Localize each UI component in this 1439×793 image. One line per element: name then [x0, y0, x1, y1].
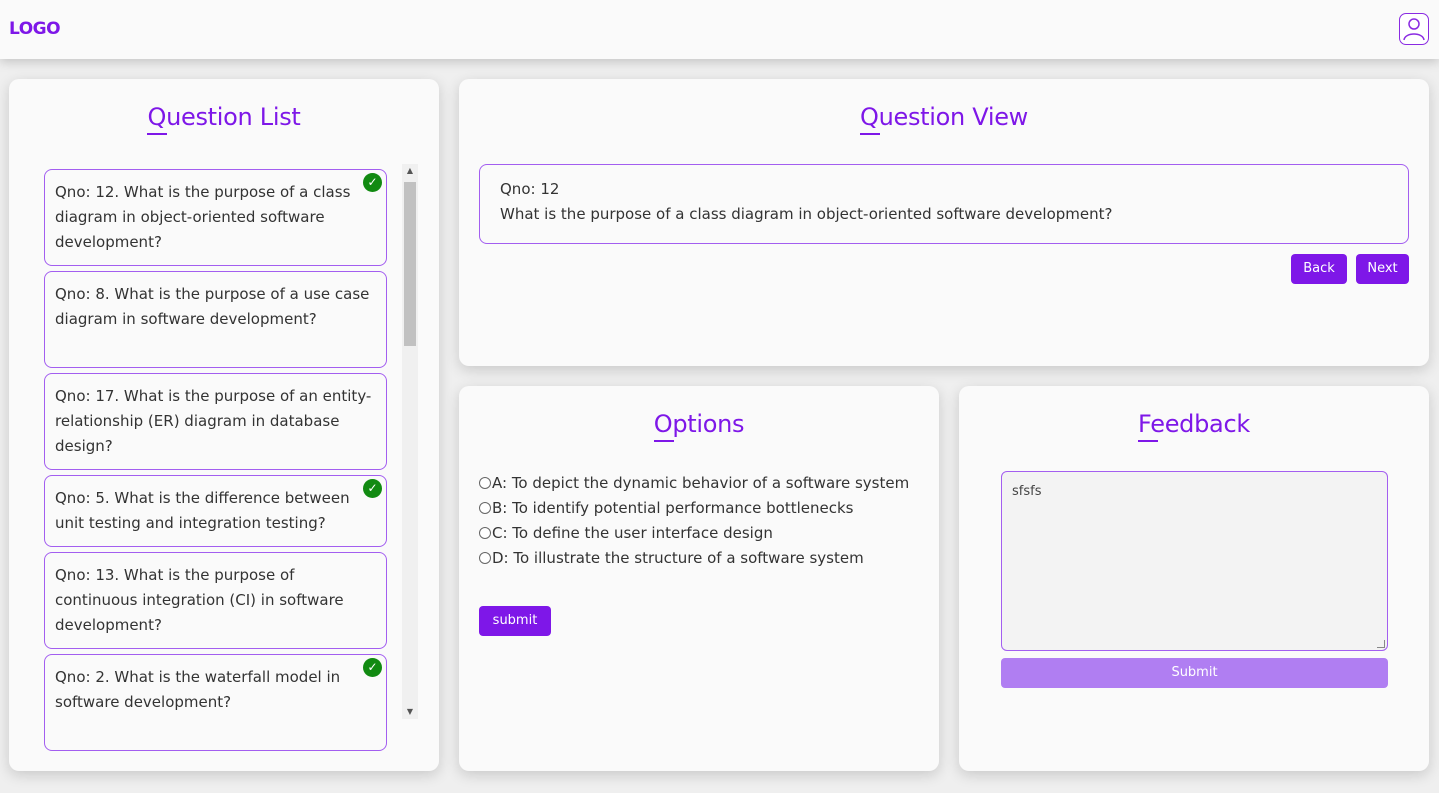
question-list-panel: Question List Qno: 12. What is the purpo… [9, 79, 439, 771]
question-list-item[interactable]: Qno: 8. What is the purpose of a use cas… [44, 271, 387, 368]
question-list-item[interactable]: Qno: 17. What is the purpose of an entit… [44, 373, 387, 470]
question-list-item-text: Qno: 12. What is the purpose of a class … [55, 183, 351, 251]
submit-answer-button[interactable]: submit [479, 606, 551, 636]
question-list-item-text: Qno: 8. What is the purpose of a use cas… [55, 285, 370, 328]
option-d[interactable]: D: To illustrate the structure of a soft… [479, 546, 919, 571]
option-b-label: B: To identify potential performance bot… [492, 499, 854, 517]
top-navbar: LOGO [0, 0, 1439, 59]
question-list-item-text: Qno: 13. What is the purpose of continuo… [55, 566, 344, 634]
user-icon [1403, 18, 1425, 41]
option-a-radio[interactable] [479, 477, 491, 489]
scroll-up-arrow-icon[interactable]: ▲ [402, 164, 418, 178]
question-list-item-text: Qno: 5. What is the difference between u… [55, 489, 350, 532]
feedback-panel: Feedback sfsfs Submit [959, 386, 1429, 771]
resize-grip-icon[interactable] [1377, 640, 1385, 648]
options-list: A: To depict the dynamic behavior of a s… [479, 471, 919, 571]
option-d-radio[interactable] [479, 552, 491, 564]
question-list-title: Question List [147, 103, 301, 135]
option-c-radio[interactable] [479, 527, 491, 539]
question-number: Qno: 12 [500, 180, 560, 198]
question-list-item[interactable]: Qno: 12. What is the purpose of a class … [44, 169, 387, 266]
question-list-scrollbar[interactable]: ▲ ▼ [402, 164, 418, 719]
options-panel: Options A: To depict the dynamic behavio… [459, 386, 939, 771]
question-list-item-text: Qno: 2. What is the waterfall model in s… [55, 668, 341, 711]
feedback-textarea[interactable]: sfsfs [1001, 471, 1388, 651]
question-display: Qno: 12 What is the purpose of a class d… [479, 164, 1409, 244]
option-c-label: C: To define the user interface design [492, 524, 773, 542]
question-view-title: Question View [859, 103, 1029, 135]
option-a[interactable]: A: To depict the dynamic behavior of a s… [479, 471, 919, 496]
option-b[interactable]: B: To identify potential performance bot… [479, 496, 919, 521]
question-list-item[interactable]: Qno: 5. What is the difference between u… [44, 475, 387, 547]
question-list-item-text: Qno: 17. What is the purpose of an entit… [55, 387, 372, 455]
question-list-item[interactable]: Qno: 13. What is the purpose of continuo… [44, 552, 387, 649]
question-list-item[interactable]: Qno: 2. What is the waterfall model in s… [44, 654, 387, 751]
profile-button[interactable] [1399, 13, 1429, 45]
question-list-scroll[interactable]: Qno: 12. What is the purpose of a class … [43, 169, 419, 793]
logo[interactable]: LOGO [9, 19, 61, 39]
submit-feedback-button[interactable]: Submit [1001, 658, 1388, 688]
option-c[interactable]: C: To define the user interface design [479, 521, 919, 546]
question-view-panel: Question View Qno: 12 What is the purpos… [459, 79, 1429, 366]
option-a-label: A: To depict the dynamic behavior of a s… [492, 474, 910, 492]
scrollbar-thumb[interactable] [404, 182, 416, 346]
check-circle-icon: ✓ [363, 658, 382, 677]
back-button[interactable]: Back [1291, 254, 1347, 284]
option-d-label: D: To illustrate the structure of a soft… [492, 549, 864, 567]
check-circle-icon: ✓ [363, 479, 382, 498]
next-button[interactable]: Next [1356, 254, 1409, 284]
option-b-radio[interactable] [479, 502, 491, 514]
question-text: What is the purpose of a class diagram i… [500, 205, 1113, 223]
feedback-title: Feedback [1138, 410, 1250, 442]
scroll-down-arrow-icon[interactable]: ▼ [402, 705, 418, 719]
options-title: Options [653, 410, 745, 442]
feedback-text: sfsfs [1012, 484, 1042, 499]
check-circle-icon: ✓ [363, 173, 382, 192]
